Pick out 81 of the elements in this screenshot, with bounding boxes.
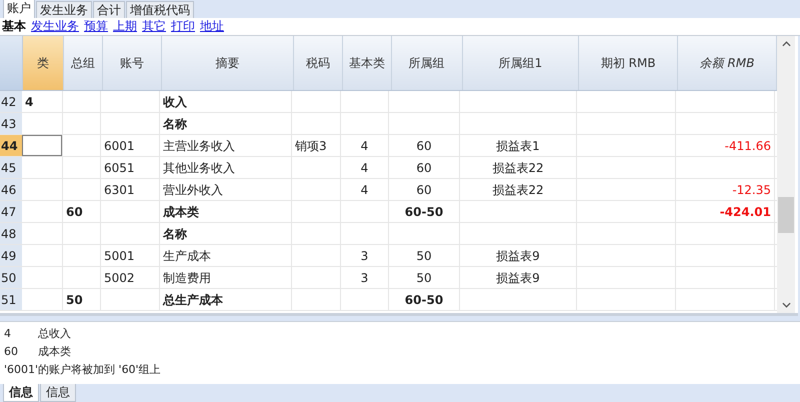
- view-link[interactable]: 地址: [200, 18, 224, 35]
- table-cell: 60-50: [404, 205, 444, 219]
- row-number[interactable]: 51: [0, 289, 22, 310]
- table-cell: 4: [360, 161, 368, 175]
- message-code: 60: [4, 344, 19, 360]
- table-cell: 损益表22: [492, 183, 544, 197]
- cell-cursor[interactable]: [22, 135, 62, 156]
- tab[interactable]: 合计: [93, 1, 125, 18]
- table-cell: 主营业务收入: [163, 139, 235, 153]
- column-header[interactable]: 税码: [294, 36, 344, 90]
- table-cell: 收入: [163, 95, 187, 109]
- table-cell: 总生产成本: [163, 293, 223, 307]
- message-text: 成本类: [38, 344, 71, 360]
- table-cell: 制造费用: [163, 271, 211, 285]
- row-number[interactable]: 47: [0, 201, 22, 222]
- row-number[interactable]: 44: [0, 135, 22, 156]
- view-link[interactable]: 上期: [113, 18, 137, 35]
- table-cell: 5002: [104, 271, 135, 285]
- table-cell: 3: [360, 271, 368, 285]
- tab[interactable]: 信息: [3, 384, 39, 402]
- view-link[interactable]: 发生业务: [31, 18, 79, 35]
- table-cell: 名称: [163, 117, 187, 131]
- tab[interactable]: 发生业务: [36, 1, 92, 18]
- view-link[interactable]: 打印: [171, 18, 195, 35]
- scrollbar-thumb[interactable]: [778, 197, 794, 233]
- vertical-scrollbar[interactable]: [777, 36, 795, 313]
- table-cell: -424.01: [720, 205, 771, 219]
- table-cell: 销项3: [295, 139, 327, 153]
- table-cell: 3: [360, 249, 368, 263]
- table-cell: 60-50: [404, 293, 444, 307]
- table-cell: -12.35: [732, 183, 771, 197]
- table-cell: 4: [360, 183, 368, 197]
- column-header[interactable]: 所属组: [392, 36, 463, 90]
- row-number[interactable]: 43: [0, 113, 22, 134]
- table-cell: 损益表1: [496, 139, 540, 153]
- column-header[interactable]: 所属组1: [462, 36, 580, 90]
- table-cell: 损益表22: [492, 161, 544, 175]
- view-label[interactable]: 基本: [2, 18, 26, 35]
- column-header[interactable]: 账号: [102, 36, 162, 90]
- row-number[interactable]: 49: [0, 245, 22, 266]
- row-number[interactable]: 46: [0, 179, 22, 200]
- row-number[interactable]: 45: [0, 157, 22, 178]
- table-cell: 损益表9: [496, 271, 540, 285]
- row-number[interactable]: 50: [0, 267, 22, 288]
- table-cell: 5001: [104, 249, 135, 263]
- table-cell: 50: [416, 271, 432, 285]
- tab[interactable]: 账户: [3, 0, 35, 18]
- table-cell: 营业外收入: [163, 183, 223, 197]
- scroll-up-icon[interactable]: [782, 41, 790, 47]
- table-cell: 6001: [104, 139, 135, 153]
- table-cell: 60: [66, 205, 83, 219]
- table-cell: 成本类: [163, 205, 199, 219]
- row-number[interactable]: 48: [0, 223, 22, 244]
- table-cell: 名称: [163, 227, 187, 241]
- message-text: '6001'的账户将被加到 '60'组上: [4, 362, 161, 378]
- column-header[interactable]: 基本类: [343, 36, 392, 90]
- table-cell: 50: [66, 293, 83, 307]
- table-cell: 生产成本: [163, 249, 211, 263]
- row-number[interactable]: 42: [0, 91, 22, 112]
- table-cell: 6301: [104, 183, 135, 197]
- table-cell: 其他业务收入: [163, 161, 235, 175]
- table-cell: 4: [360, 139, 368, 153]
- column-header[interactable]: 总组: [64, 36, 103, 90]
- table-cell: 50: [416, 249, 432, 263]
- column-header[interactable]: 类: [22, 36, 64, 90]
- table-cell: 6051: [104, 161, 135, 175]
- column-header[interactable]: 摘要: [162, 36, 294, 90]
- table-cell: -411.66: [724, 139, 771, 153]
- scroll-down-icon[interactable]: [782, 302, 790, 308]
- table-cell: 60: [416, 161, 432, 175]
- message-code: 4: [4, 326, 12, 342]
- view-link[interactable]: 预算: [84, 18, 108, 35]
- view-link[interactable]: 其它: [142, 18, 166, 35]
- message-text: 总收入: [38, 326, 71, 342]
- table-cell: 60: [416, 139, 432, 153]
- table-cell: 损益表9: [496, 249, 540, 263]
- column-header[interactable]: 期初 RMB: [579, 36, 678, 90]
- table-cell: 4: [25, 95, 34, 109]
- table-cell: 60: [416, 183, 432, 197]
- tab[interactable]: 增值税代码: [126, 1, 194, 18]
- tab[interactable]: 信息: [40, 384, 76, 402]
